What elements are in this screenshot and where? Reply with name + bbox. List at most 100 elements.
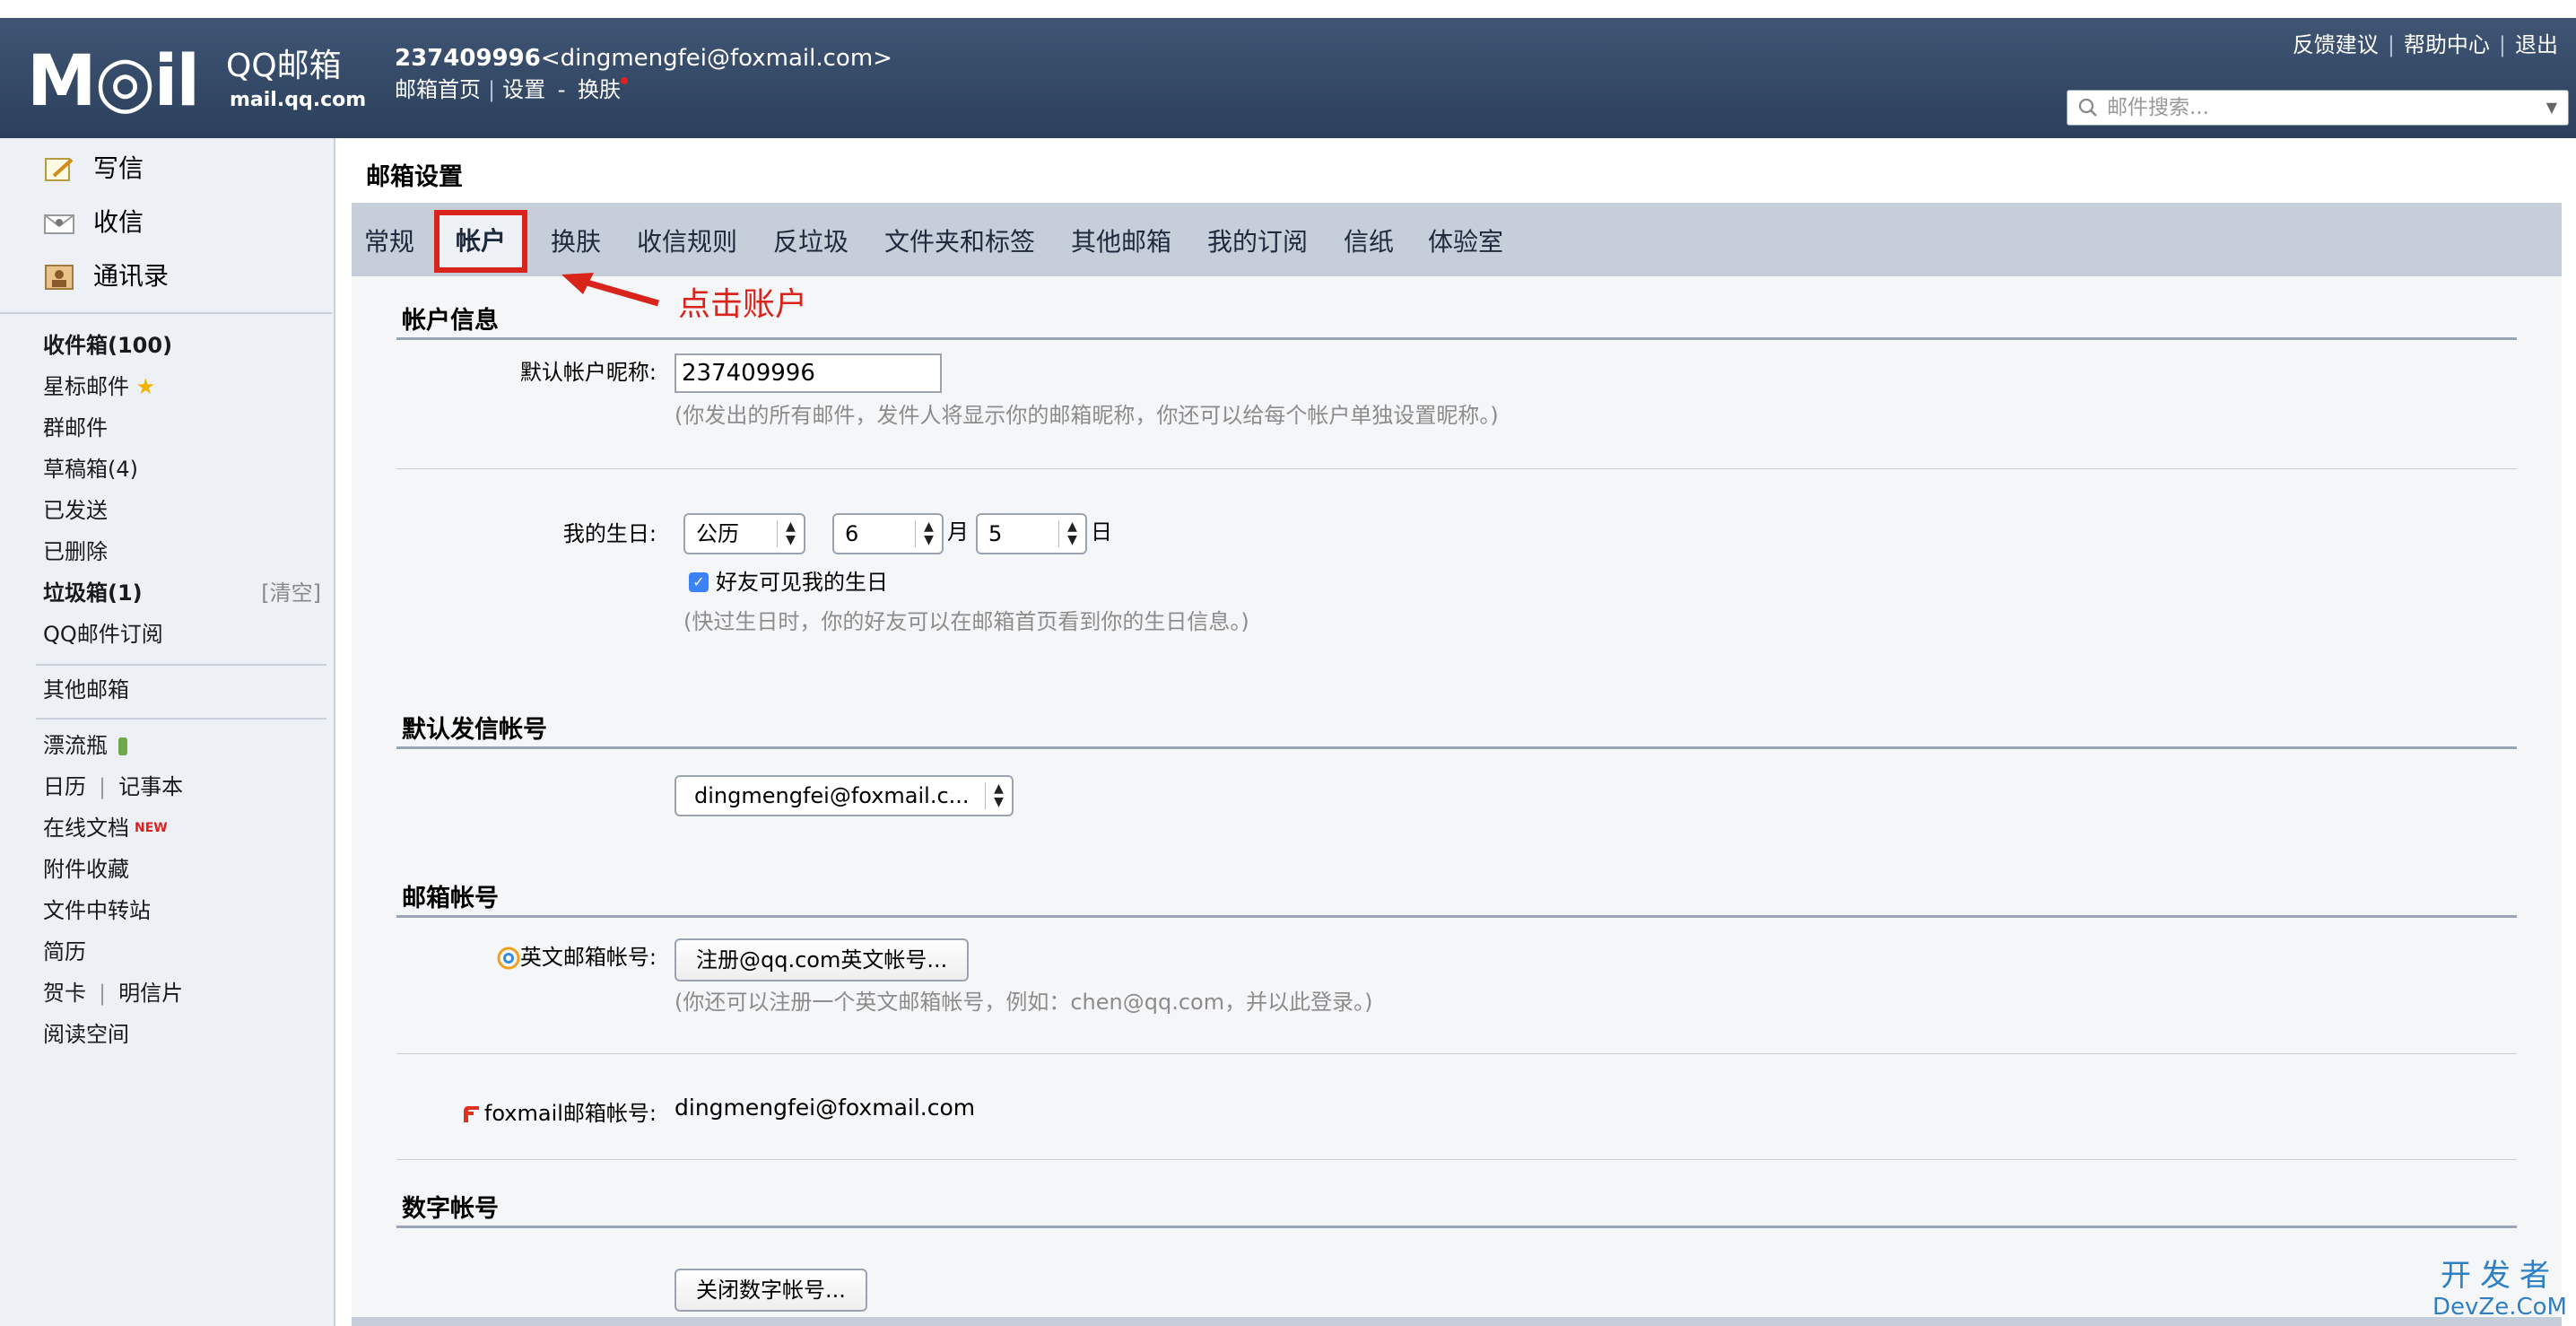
sidebar-item-group[interactable]: 群邮件 [43, 413, 108, 443]
birth-day-select[interactable]: 5 ▲ ▼ [976, 513, 1087, 554]
tab-folders-labels[interactable]: 文件夹和标签 [884, 222, 1035, 262]
nickname-hint: (你发出的所有邮件，发件人将显示你的邮箱昵称，你还可以给每个帐户单独设置昵称。) [674, 403, 1499, 428]
calendar-type-select[interactable]: 公历 ▲ ▼ [683, 513, 805, 554]
receive-button[interactable]: 收信 [43, 205, 144, 240]
foxmail-account-label: foxmail邮箱帐号: [483, 1101, 657, 1126]
birthday-visible-label: 好友可见我的生日 [716, 570, 888, 595]
tab-skin[interactable]: 换肤 [551, 222, 601, 262]
sidebar-item-inbox[interactable]: 收件箱(100) [43, 330, 172, 361]
annotation-text: 点击账户 [678, 286, 808, 323]
bottom-bar [352, 1317, 2562, 1326]
notes-link[interactable]: 记事本 [118, 774, 183, 799]
help-link[interactable]: 帮助中心 [2404, 32, 2490, 57]
tab-stationery[interactable]: 信纸 [1344, 222, 1394, 262]
contacts-button[interactable]: 通讯录 [43, 258, 169, 294]
nav-skin-link[interactable]: 换肤 [578, 77, 621, 102]
chevron-down-icon[interactable]: ▼ [2546, 91, 2557, 125]
feedback-link[interactable]: 反馈建议 [2293, 32, 2379, 57]
english-account-label: 英文邮箱帐号: [519, 945, 657, 970]
birth-month-select[interactable]: 6 ▲ ▼ [832, 513, 944, 554]
birthday-hint: (快过生日时，你的好友可以在邮箱首页看到你的生日信息。) [683, 609, 1249, 634]
docs-label: 在线文档 [43, 816, 129, 841]
sidebar-divider [36, 664, 326, 666]
close-digital-account-button[interactable]: 关闭数字帐号... [674, 1269, 867, 1312]
section-divider [396, 915, 2517, 918]
logo-mail-text: M◎il [27, 41, 200, 122]
sidebar-item-sent[interactable]: 已发送 [43, 495, 108, 526]
calendar-link[interactable]: 日历 [43, 774, 86, 799]
day-unit: 日 [1091, 519, 1112, 545]
section-divider [396, 337, 2517, 340]
section-mail-accounts: 邮箱帐号 [402, 885, 499, 912]
sidebar-item-deleted[interactable]: 已删除 [43, 537, 108, 567]
sidebar-item-spam[interactable]: 垃圾箱(1) [43, 578, 143, 608]
register-english-account-button[interactable]: 注册@qq.com英文帐号... [674, 938, 970, 981]
top-strip [0, 0, 2576, 18]
sidebar-item-reading[interactable]: 阅读空间 [43, 1019, 129, 1050]
receive-label: 收信 [93, 207, 144, 237]
watermark-line1: 开发者 [2441, 1258, 2559, 1294]
postcards-link[interactable]: 明信片 [118, 981, 183, 1006]
tab-lab[interactable]: 体验室 [1428, 222, 1503, 262]
spam-clear-link[interactable]: [清空] [261, 578, 321, 608]
account-settings-panel: 帐户信息 默认帐户昵称: (你发出的所有邮件，发件人将显示你的邮箱昵称，你还可以… [352, 276, 2562, 1326]
link-separator: | [99, 981, 107, 1006]
settings-main: 邮箱设置 常规 帐户 换肤 收信规则 反垃圾 文件夹和标签 其他邮箱 我的订阅 … [337, 138, 2576, 1326]
section-divider [396, 1226, 2517, 1228]
account-line: 237409996<dingmengfei@foxmail.com> [395, 41, 892, 75]
english-account-row-label: 英文邮箱帐号: [414, 942, 657, 973]
section-account-info: 帐户信息 [402, 307, 499, 335]
compose-button[interactable]: 写信 [43, 151, 144, 187]
sidebar-item-subscriptions[interactable]: QQ邮件订阅 [43, 619, 163, 650]
account-email: <dingmengfei@foxmail.com> [540, 45, 892, 72]
page-title: 邮箱设置 [366, 163, 463, 191]
sidebar-item-docs[interactable]: 在线文档 NEW [43, 813, 168, 843]
nav-home-link[interactable]: 邮箱首页 [395, 77, 481, 102]
nav-dash: - [557, 77, 566, 102]
default-sender-value: dingmengfei@foxmail.c... [694, 783, 970, 808]
sidebar-divider [0, 312, 332, 314]
nav-separator: | [488, 77, 496, 102]
sidebar: 写信 收信 通讯录 收件箱(100) 星标邮件 ★ 群邮件 草稿箱(4) 已发送… [0, 138, 335, 1326]
cards-link[interactable]: 贺卡 [43, 981, 86, 1006]
nav-settings-link[interactable]: 设置 [502, 77, 545, 102]
qq-colorful-icon [497, 947, 520, 970]
tab-receive-rules[interactable]: 收信规则 [637, 222, 737, 262]
qq-mail-logo[interactable]: M◎il QQ邮箱 mail.qq.com [27, 41, 368, 122]
star-icon: ★ [135, 374, 156, 399]
tab-subscriptions[interactable]: 我的订阅 [1207, 222, 1308, 262]
birthday-visible-checkbox[interactable]: ✓ [689, 572, 709, 592]
calendar-type-value: 公历 [696, 521, 739, 546]
header-nav: 邮箱首页 | 设置 - 换肤 [395, 74, 629, 106]
sidebar-item-drafts[interactable]: 草稿箱(4) [43, 454, 138, 484]
account-id: 237409996 [395, 45, 541, 72]
link-separator: | [2498, 32, 2506, 57]
sidebar-item-resume[interactable]: 简历 [43, 937, 86, 967]
search-icon [2078, 98, 2097, 117]
logout-link[interactable]: 退出 [2515, 32, 2558, 57]
watermark-line2: DevZe.CoM [2432, 1294, 2567, 1321]
sidebar-item-attachments[interactable]: 附件收藏 [43, 854, 129, 885]
select-arrows-icon: ▲ ▼ [915, 520, 942, 547]
starred-label: 星标邮件 [43, 374, 129, 399]
tab-anti-spam[interactable]: 反垃圾 [773, 222, 849, 262]
tab-account[interactable]: 帐户 [434, 210, 528, 273]
link-separator: | [99, 774, 107, 799]
nickname-input[interactable] [674, 353, 942, 393]
english-account-hint: (你还可以注册一个英文邮箱帐号，例如：chen@qq.com，并以此登录。) [674, 990, 1373, 1015]
compose-label: 写信 [93, 153, 144, 183]
sidebar-item-other-mailbox[interactable]: 其他邮箱 [43, 675, 129, 705]
mail-search-input[interactable]: 邮件搜索... ▼ [2067, 90, 2569, 126]
foxmail-icon [463, 1106, 479, 1122]
watermark: 开发者 DevZe.CoM [2432, 1258, 2567, 1321]
logo-qq-text: QQ邮箱 [226, 48, 342, 84]
default-sender-select[interactable]: dingmengfei@foxmail.c... ▲ ▼ [674, 775, 1014, 816]
tab-other-mailbox[interactable]: 其他邮箱 [1071, 222, 1171, 262]
row-divider [396, 1159, 2517, 1160]
foxmail-account-value: dingmengfei@foxmail.com [674, 1095, 976, 1121]
sidebar-item-bottle[interactable]: 漂流瓶 [43, 730, 127, 761]
sidebar-item-transfer[interactable]: 文件中转站 [43, 895, 151, 926]
tab-general[interactable]: 常规 [364, 222, 414, 262]
month-unit: 月 [947, 519, 969, 545]
sidebar-item-starred[interactable]: 星标邮件 ★ [43, 371, 155, 402]
